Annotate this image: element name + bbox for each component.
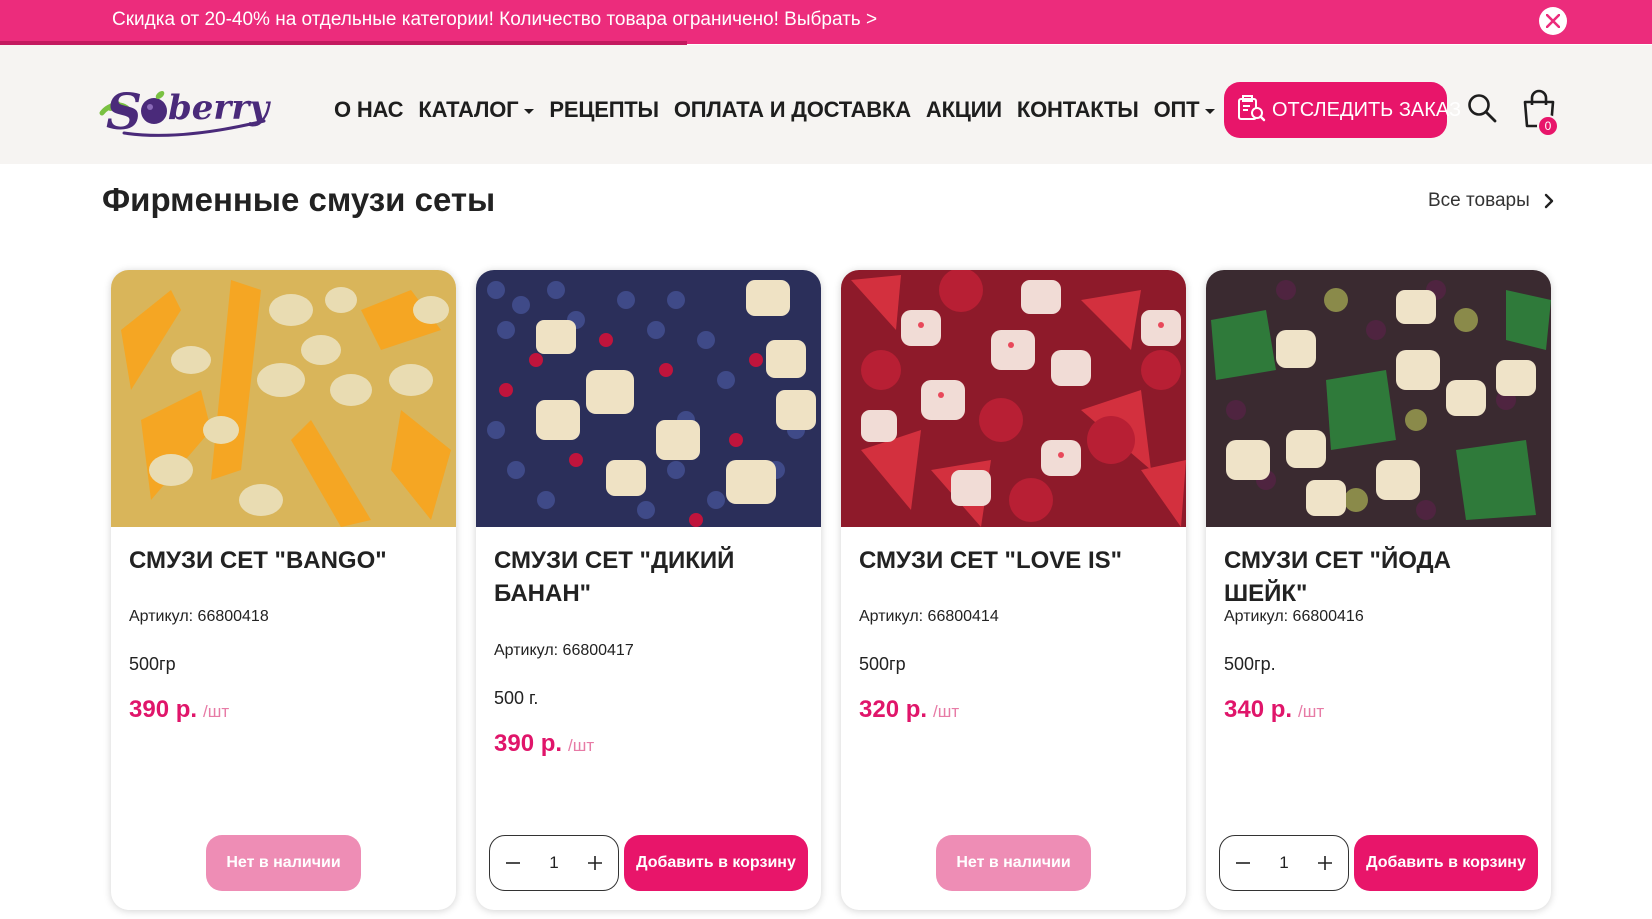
main-nav: О НАС КАТАЛОГ РЕЦЕПТЫ ОПЛАТА И ДОСТАВКА АКЦИ… [334,97,1216,123]
product-title[interactable]: СМУЗИ СЕТ "BANGO" [129,544,444,577]
product-sku: Артикул: 66800417 [494,642,634,659]
nav-item[interactable]: КОНТАКТЫ [1017,97,1139,123]
minus-icon[interactable] [502,852,524,874]
add-to-cart-button[interactable]: Добавить в корзину [624,835,808,891]
track-order-button[interactable]: ОТСЛЕДИТЬ ЗАКАЗ [1224,82,1461,138]
nav-item[interactable]: ОПЛАТА И ДОСТАВКА [674,97,911,123]
nav-item-label: РЕЦЕПТЫ [549,97,659,122]
product-price: 340 р. /шт [1224,696,1324,724]
price-amount: 340 р. [1224,696,1293,723]
track-order-label: ОТСЛЕДИТЬ ЗАКАЗ [1272,98,1462,121]
out-of-stock-button: Нет в наличии [936,835,1091,891]
all-products-link[interactable]: Все товары [1428,190,1554,212]
caret-down-icon [1205,108,1216,114]
quantity-value[interactable]: 1 [1269,853,1299,873]
quantity-value[interactable]: 1 [539,853,569,873]
chevron-right-icon [1544,193,1553,209]
price-unit: /шт [933,702,960,721]
product-price: 390 р. /шт [129,696,229,724]
nav-item-label: КАТАЛОГ [418,97,519,122]
add-to-cart-button[interactable]: Добавить в корзину [1354,835,1538,891]
product-card: СМУЗИ СЕТ "ДИКИЙ БАНАН" Артикул: 6680041… [476,270,821,910]
all-products-label: Все товары [1428,190,1530,211]
product-card: СМУЗИ СЕТ "ЙОДА ШЕЙК" Артикул: 66800416 … [1206,270,1551,910]
quantity-stepper: 1 [1219,835,1349,891]
plus-icon[interactable] [584,852,606,874]
product-image[interactable] [111,270,456,527]
product-title[interactable]: СМУЗИ СЕТ "LOVE IS" [859,544,1174,577]
price-amount: 390 р. [129,696,198,723]
nav-item-label: О НАС [334,97,404,122]
quantity-stepper: 1 [489,835,619,891]
product-title[interactable]: СМУЗИ СЕТ "ДИКИЙ БАНАН" [494,544,809,610]
price-unit: /шт [203,702,230,721]
nav-item[interactable]: АКЦИИ [926,97,1002,123]
cart-count-badge: 0 [1537,115,1559,137]
minus-icon[interactable] [1232,852,1254,874]
nav-item[interactable]: РЕЦЕПТЫ [549,97,659,123]
product-image[interactable] [476,270,821,527]
caret-down-icon [524,108,535,114]
product-title[interactable]: СМУЗИ СЕТ "ЙОДА ШЕЙК" [1224,544,1539,610]
product-weight: 500гр [129,654,176,674]
nav-item-label: ОПТ [1153,97,1200,122]
price-amount: 320 р. [859,696,928,723]
price-amount: 390 р. [494,730,563,757]
product-sku: Артикул: 66800418 [129,608,269,625]
close-icon[interactable] [1539,7,1567,35]
promo-link[interactable]: Скидка от 20-40% на отдельные категории!… [112,9,877,31]
product-price: 320 р. /шт [859,696,959,724]
nav-item[interactable]: КАТАЛОГ [418,97,535,123]
product-image[interactable] [841,270,1186,527]
nav-item-label: АКЦИИ [925,97,1002,122]
nav-item-label: ОПЛАТА И ДОСТАВКА [673,97,911,122]
product-card: СМУЗИ СЕТ "BANGO" Артикул: 66800418 500г… [111,270,456,910]
nav-item-label: КОНТАКТЫ [1016,97,1139,122]
nav-item[interactable]: О НАС [334,97,404,123]
nav-item[interactable]: ОПТ [1154,97,1216,123]
product-price: 390 р. /шт [494,730,594,758]
promo-banner: Скидка от 20-40% на отдельные категории!… [0,0,1652,45]
section-title: Фирменные смузи сеты [102,181,496,218]
site-header: S berry О НАС КАТАЛОГ РЕЦЕПТЫ ОПЛАТА И ДОСТ… [0,45,1652,164]
product-weight: 500 г. [494,688,539,708]
product-weight: 500гр. [1224,654,1276,674]
out-of-stock-button: Нет в наличии [206,835,361,891]
plus-icon[interactable] [1314,852,1336,874]
price-unit: /шт [568,736,595,755]
logo[interactable]: S berry [94,73,274,145]
track-order-icon [1236,93,1266,128]
product-weight: 500гр [859,654,906,674]
product-card: СМУЗИ СЕТ "LOVE IS" Артикул: 66800414 50… [841,270,1186,910]
product-sku: Артикул: 66800416 [1224,608,1364,625]
search-icon[interactable] [1467,93,1497,123]
price-unit: /шт [1298,702,1325,721]
product-image[interactable] [1206,270,1551,527]
product-sku: Артикул: 66800414 [859,608,999,625]
